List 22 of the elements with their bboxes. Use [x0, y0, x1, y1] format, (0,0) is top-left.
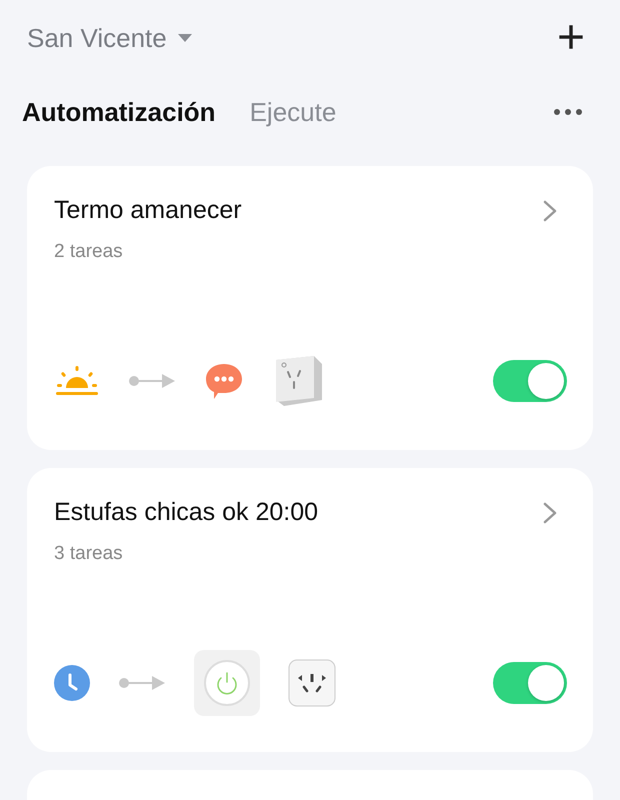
arrow-icon	[128, 373, 176, 389]
automation-card[interactable]: Termo amanecer 2 tareas	[27, 166, 593, 450]
automation-title: Termo amanecer	[54, 196, 242, 225]
tab[interactable]: Automatización	[22, 96, 216, 128]
automation-card[interactable]: Estufas chicas ok 20:00 3 tareas	[27, 468, 593, 752]
task-count: 2 tareas	[54, 241, 124, 263]
automation-title: Estufas chicas ok 20:00	[54, 498, 318, 527]
chevron-right-icon[interactable]	[543, 502, 557, 524]
task-count: 3 tareas	[54, 543, 124, 565]
toggle-switch[interactable]	[493, 360, 567, 402]
location-dropdown[interactable]: San Vicente	[27, 22, 193, 54]
chat-bubble-icon	[204, 362, 244, 400]
sunrise-icon	[54, 364, 100, 398]
power-button-icon	[194, 650, 260, 716]
arrow-icon	[118, 675, 166, 691]
more-icon[interactable]	[553, 108, 583, 116]
add-button[interactable]: +	[556, 14, 585, 62]
chevron-right-icon[interactable]	[543, 200, 557, 222]
toggle-switch[interactable]	[493, 662, 567, 704]
caret-icon	[176, 33, 193, 43]
clock-icon	[54, 665, 90, 701]
socket-icon	[288, 659, 336, 707]
